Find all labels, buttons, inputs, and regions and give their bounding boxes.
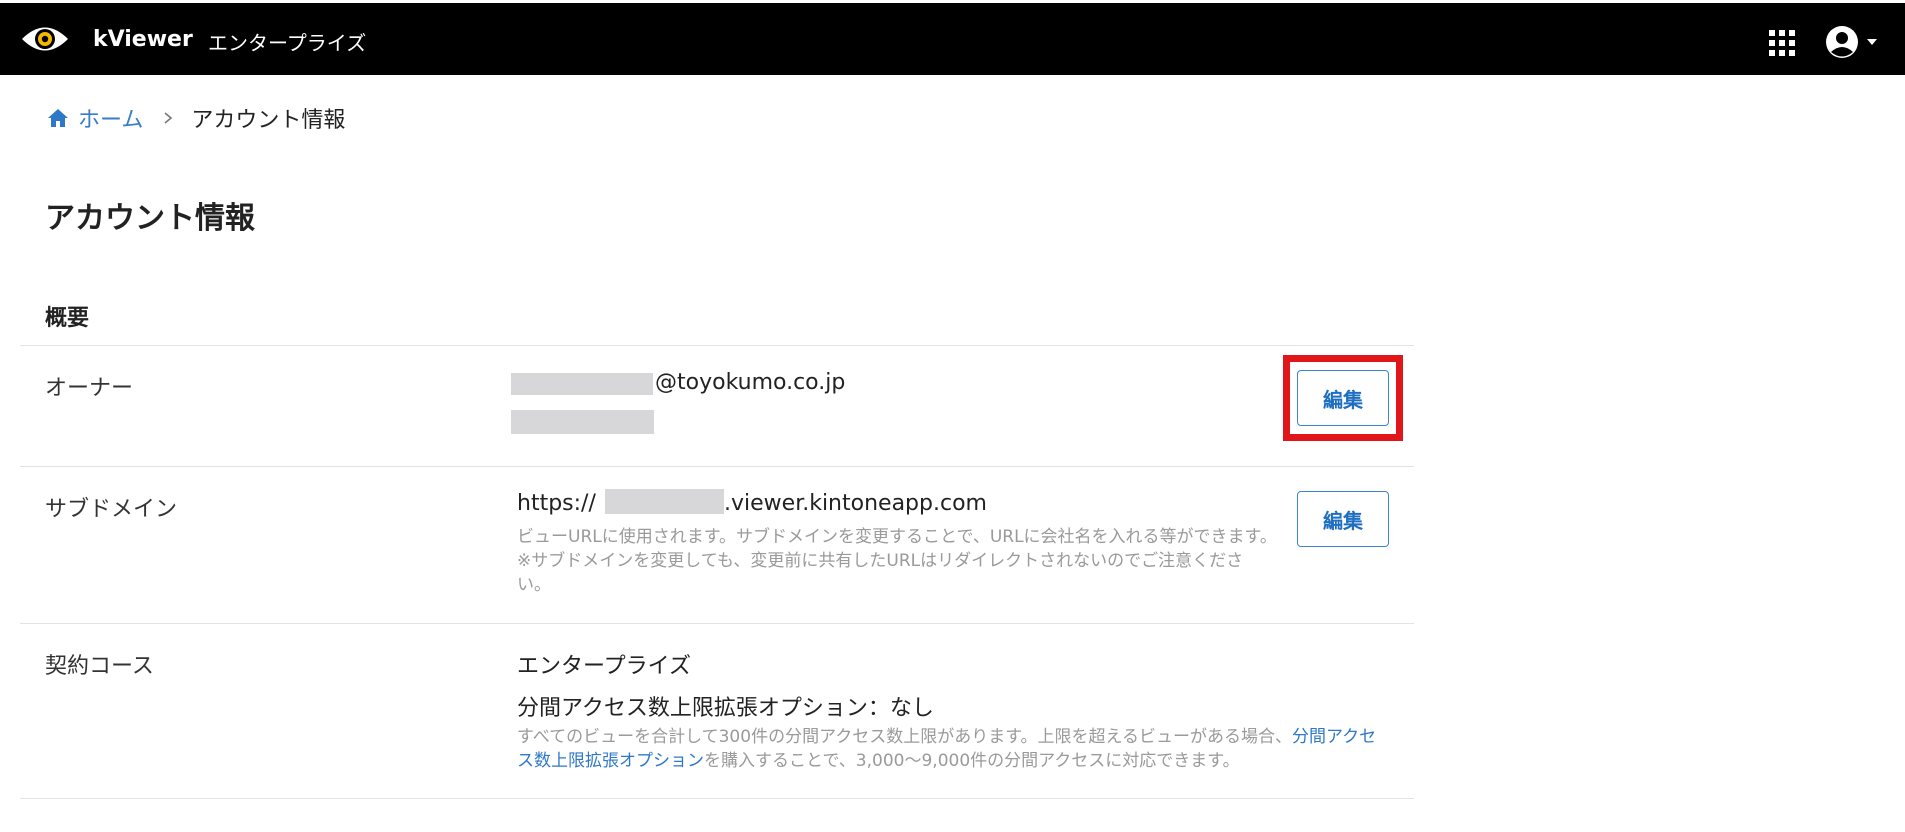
breadcrumb: ホーム アカウント情報 [46,102,346,134]
row-divider [20,623,1414,624]
caret-down-icon [1867,39,1877,45]
row-divider [20,466,1414,467]
subdomain-url-prefix: https:// [517,491,596,516]
help-text-part: すべてのビューを合計して300件の分間アクセス数上限があります。上限を超えるビュ… [517,727,1293,747]
account-menu[interactable] [1825,25,1883,59]
eye-logo-icon[interactable] [20,20,70,58]
help-text-part: を購入することで、3,000〜9,000件の分間アクセスに対応できます。 [704,751,1240,771]
access-option-status: 分間アクセス数上限拡張オプション：なし [517,696,934,721]
redacted-email-local-part [511,373,653,395]
subdomain-edit-button[interactable]: 編集 [1297,491,1389,547]
home-icon[interactable] [46,106,70,130]
plan-label: 契約コース [45,654,154,679]
subdomain-label: サブドメイン [45,497,178,522]
top-navigation-bar: kViewer エンタープライズ [0,3,1905,75]
plan-value: エンタープライズ [517,654,692,679]
account-circle-icon [1826,26,1858,58]
app-name[interactable]: kViewer [93,27,193,52]
row-divider [20,798,1414,799]
edition-label: エンタープライズ [208,31,367,55]
chevron-right-icon [164,112,173,124]
page-title: アカウント情報 [45,201,255,236]
subdomain-help-text: ビューURLに使用されます。サブドメインを変更することで、URLに会社名を入れる… [517,527,1277,595]
access-option-help-text: すべてのビューを合計して300件の分間アクセス数上限があります。上限を超えるビュ… [517,725,1383,773]
redacted-owner-name [511,410,654,434]
subdomain-url-suffix: .viewer.kintoneapp.com [724,491,987,516]
apps-grid-icon[interactable] [1769,30,1795,56]
breadcrumb-current: アカウント情報 [191,108,346,133]
row-divider [20,345,1414,346]
owner-label: オーナー [45,376,134,401]
section-title: 概要 [45,306,90,331]
breadcrumb-home-link[interactable]: ホーム [78,102,143,134]
owner-email-suffix: @toyokumo.co.jp [655,370,846,395]
owner-edit-button[interactable]: 編集 [1297,370,1389,426]
redacted-subdomain [605,489,724,514]
